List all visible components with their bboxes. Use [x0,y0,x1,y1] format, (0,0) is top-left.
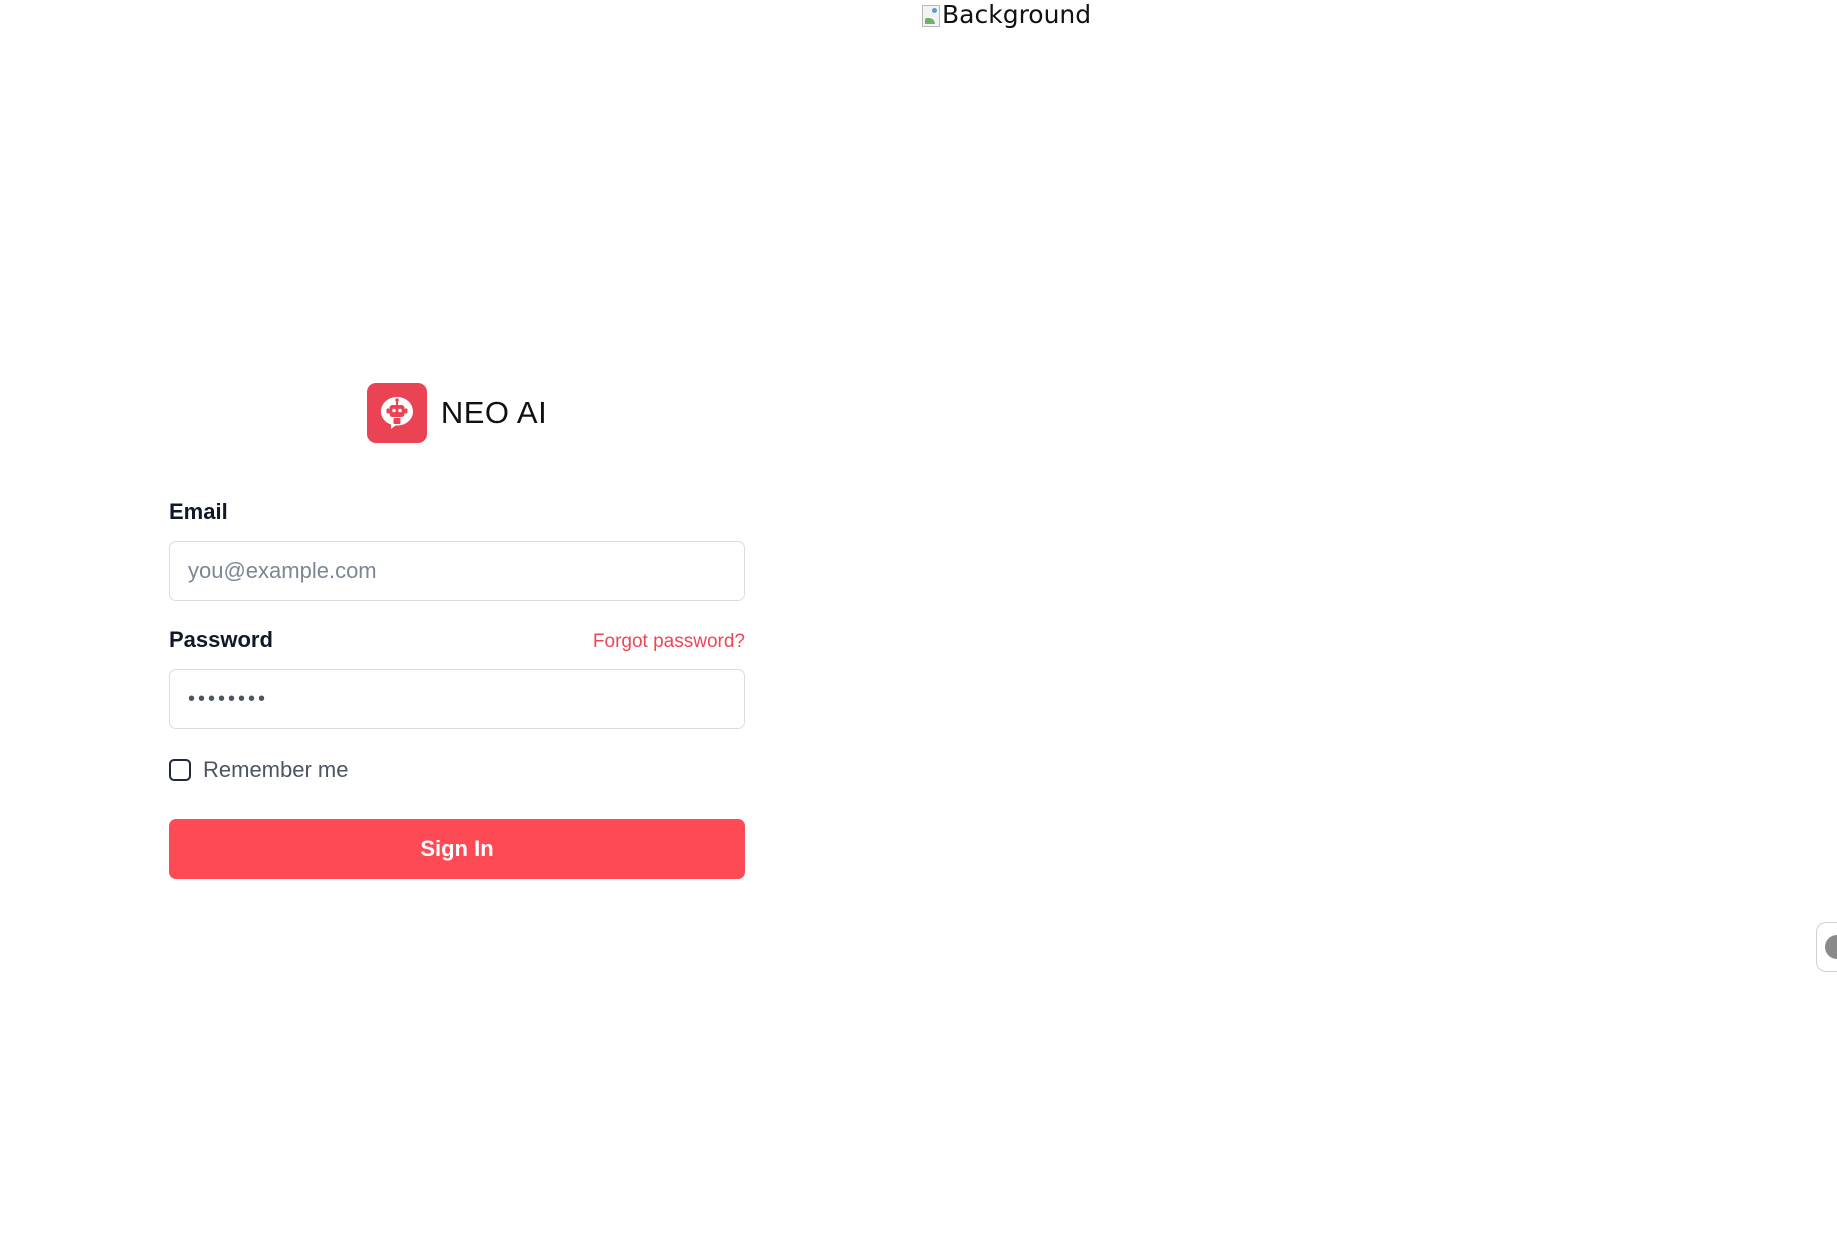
brand-name: NEO AI [440,395,548,430]
password-label-row: Password Forgot password? [169,627,745,653]
remember-me-checkbox[interactable] [169,759,191,781]
remember-me-row: Remember me [169,757,745,783]
remember-me-label[interactable]: Remember me [203,757,348,783]
email-label-row: Email [169,499,745,525]
login-form: NEO AI Email Password Forgot password? R… [169,383,745,879]
side-floating-widget[interactable] [1816,922,1837,972]
login-page: Background NEO AI Email you@example.com … [0,0,1837,1234]
email-field[interactable] [169,541,745,601]
email-group: Email [169,499,745,601]
circle-widget-icon [1825,935,1837,959]
background-image-alt-text: Background [942,0,1092,29]
email-label: Email [169,499,228,524]
robot-chat-icon [380,397,413,429]
brand-logo [366,383,427,443]
password-label: Password [169,627,273,652]
forgot-password-link[interactable]: Forgot password? [593,631,745,653]
background-image: Background [922,0,1091,29]
password-field[interactable] [169,669,745,729]
brand-header: NEO AI [169,383,745,443]
broken-image-icon [922,4,940,27]
password-group: Password Forgot password? [169,627,745,729]
sign-in-button[interactable]: Sign In [169,819,745,879]
